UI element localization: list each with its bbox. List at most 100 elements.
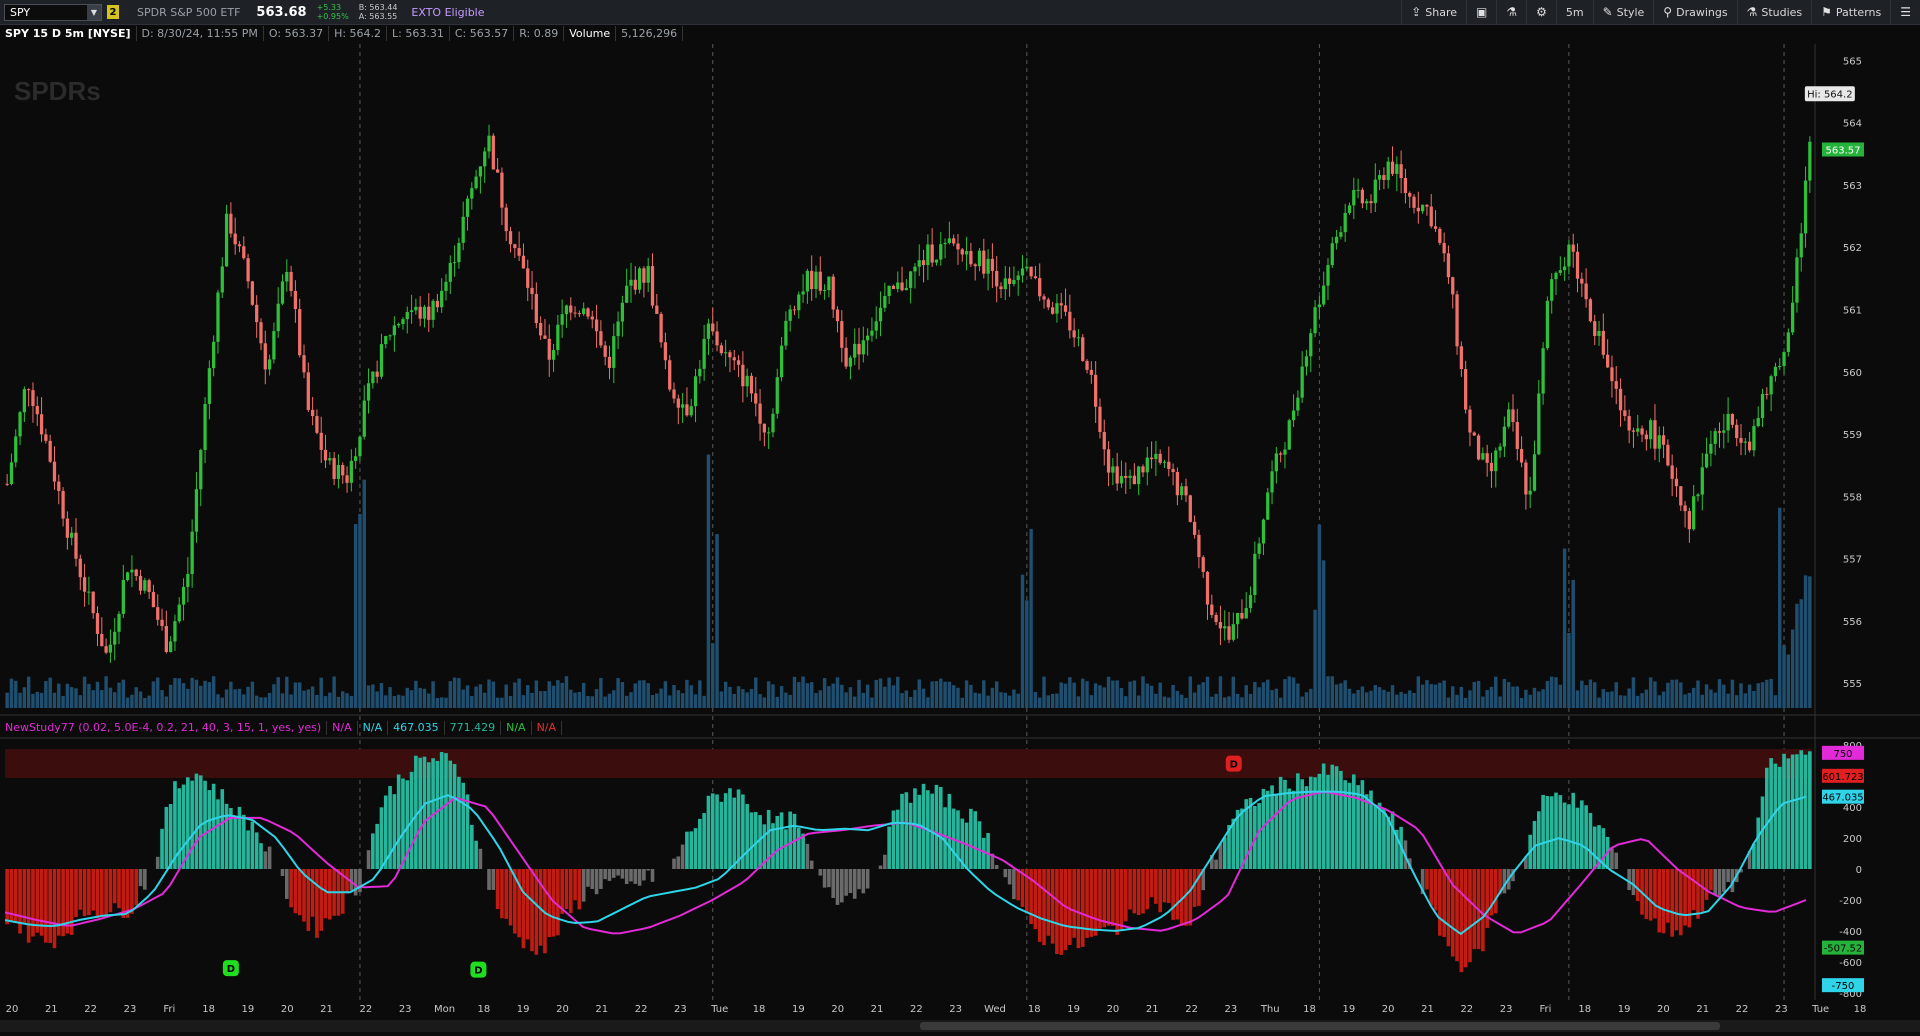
candle-body: [1244, 607, 1248, 619]
volume-bar: [203, 680, 207, 708]
volume-bar: [1657, 695, 1661, 708]
histogram-bar: [1106, 869, 1111, 926]
candle-body: [1296, 397, 1300, 411]
chart-canvas[interactable]: SPDRs 555556557558559560561562563564565 …: [0, 0, 1920, 1036]
candle-body: [39, 414, 44, 435]
volume-bar: [1760, 682, 1765, 708]
volume-bar: [1752, 690, 1756, 708]
candle-body: [672, 389, 676, 399]
candle-body: [861, 340, 865, 355]
volume-bar: [1481, 696, 1485, 708]
volume-bar: [1055, 693, 1059, 708]
volume-bar: [323, 696, 328, 708]
volume-bar: [883, 686, 887, 708]
volume-bar: [947, 681, 952, 708]
histogram-bar: [1257, 803, 1261, 869]
histogram-bar: [310, 869, 315, 917]
volume-bar: [35, 691, 39, 708]
candle-body: [1601, 330, 1605, 355]
volume-bar: [465, 685, 470, 708]
candle-body: [711, 323, 715, 332]
candle-body: [78, 558, 82, 578]
histogram-bar: [1554, 792, 1558, 869]
volume-bar: [530, 692, 534, 708]
volume-bar: [1223, 697, 1227, 708]
volume-bar: [5, 692, 9, 708]
candle-body: [1791, 302, 1795, 333]
candle-body: [207, 368, 211, 404]
last-price-text: 563.57: [1826, 145, 1861, 156]
histogram-bar: [1610, 848, 1614, 869]
time-tick-label: 18: [1578, 1004, 1591, 1015]
chart-title: SPY 15 D 5m [NYSE]: [0, 26, 137, 41]
candle-body: [143, 580, 147, 591]
histogram-bar: [1145, 869, 1150, 910]
candle-body: [233, 233, 237, 245]
candle-body: [1072, 330, 1076, 338]
histogram-bar: [986, 833, 990, 869]
candle-body: [1287, 420, 1291, 450]
volume-bar: [375, 691, 379, 708]
histogram-bar: [1713, 869, 1718, 895]
study-value-label: 750: [1822, 745, 1864, 760]
volume-bar: [461, 689, 465, 708]
histogram-bar: [1657, 869, 1662, 933]
histogram-bar: [1481, 869, 1485, 952]
candle-body: [1425, 204, 1429, 207]
histogram-bar: [1029, 869, 1033, 925]
volume-bar: [259, 697, 263, 708]
histogram-bar: [796, 828, 801, 869]
candle-body: [853, 343, 857, 358]
histogram-bar: [848, 869, 853, 894]
volume-bar: [1425, 680, 1429, 708]
candle-body: [1481, 453, 1485, 460]
bar-low: L: 563.31: [387, 26, 450, 41]
candle-body: [947, 238, 952, 243]
candle-body: [267, 359, 272, 370]
candle-body: [465, 198, 470, 217]
candle-body: [1124, 475, 1128, 478]
candle-body: [904, 287, 908, 291]
histogram-bar: [203, 780, 207, 869]
volume-bar: [1627, 688, 1631, 708]
histogram-bar: [130, 869, 134, 914]
volume-bar: [861, 692, 866, 708]
price-tick-label: 565: [1843, 56, 1862, 67]
candle-body: [1261, 519, 1266, 544]
candle-body: [1433, 226, 1438, 229]
candle-body: [573, 312, 577, 314]
volume-bar: [1446, 697, 1451, 708]
volume-bar: [749, 688, 754, 708]
candle-body: [1739, 438, 1743, 443]
candle-body: [534, 294, 538, 324]
candle-body: [964, 251, 969, 255]
histogram-bar: [650, 869, 655, 882]
histogram-bar: [775, 815, 780, 869]
histogram-bar: [1265, 790, 1270, 869]
histogram-bar: [633, 869, 638, 884]
candle-body: [379, 344, 384, 377]
histogram-bar: [1304, 786, 1309, 869]
study-name[interactable]: NewStudy77 (0.02, 5.0E-4, 0.2, 21, 40, 3…: [0, 721, 328, 735]
candle-body: [156, 607, 160, 620]
candle-body: [663, 342, 668, 361]
histogram-bar: [396, 774, 401, 869]
volume-bar: [388, 687, 392, 708]
histogram-bar: [104, 869, 108, 918]
histogram-bar: [517, 869, 521, 938]
volume-bar: [104, 676, 108, 708]
candle-body: [1429, 206, 1433, 227]
candle-body: [164, 626, 168, 653]
histogram-bar: [99, 869, 104, 918]
candle-body: [960, 249, 964, 255]
time-tick-label: 23: [1775, 1004, 1788, 1015]
divergence-marker-label: D: [474, 966, 482, 977]
candle-body: [921, 260, 926, 266]
volume-bar: [1498, 696, 1502, 708]
histogram-bar: [164, 806, 169, 869]
candle-body: [1485, 453, 1489, 463]
study-value-1: N/A: [327, 721, 358, 735]
candle-body: [668, 360, 672, 390]
volume-bar: [964, 680, 969, 708]
price-tick-label: 561: [1843, 306, 1862, 317]
